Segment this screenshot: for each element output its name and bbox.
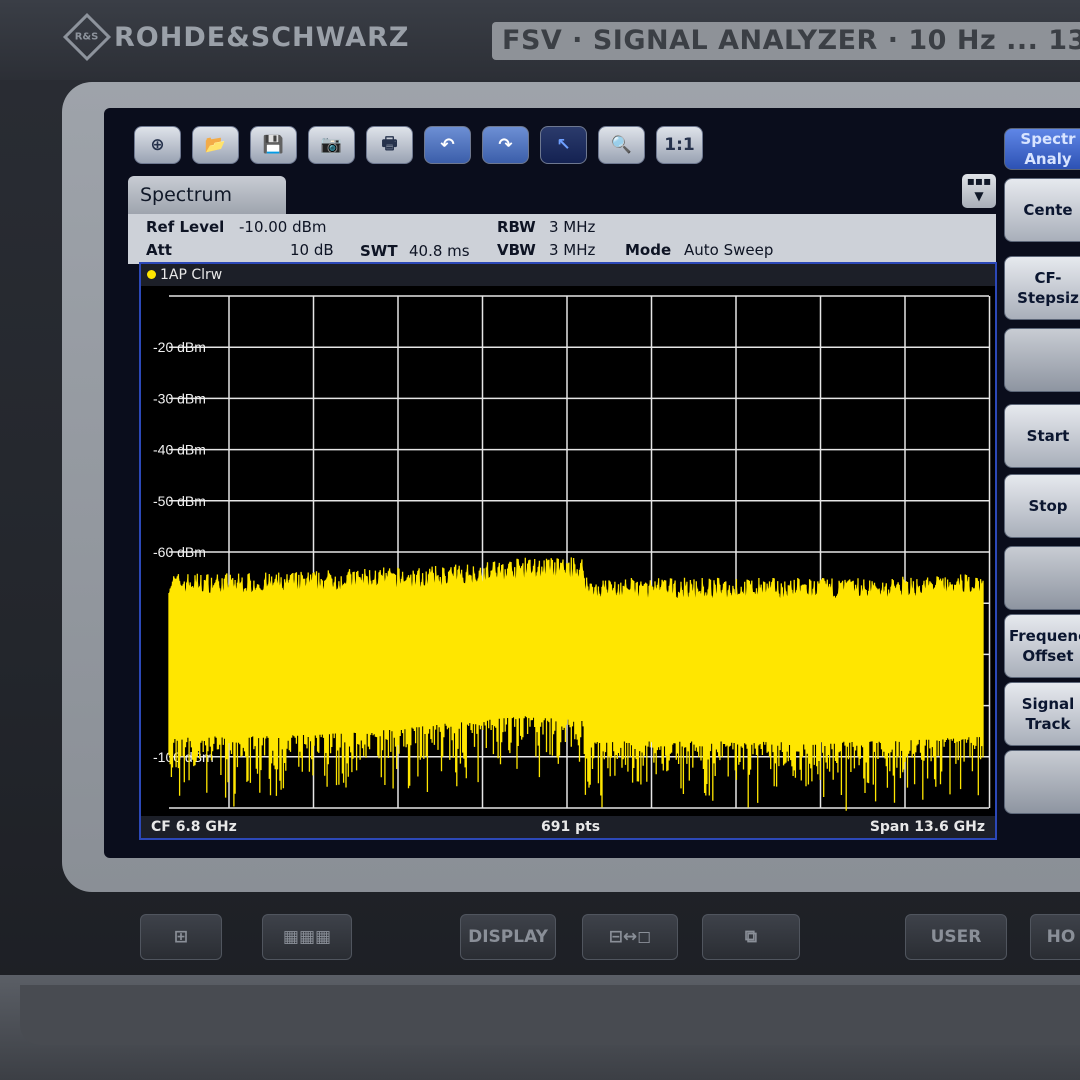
softkey-blank-3[interactable] bbox=[1004, 328, 1080, 392]
softkey-cf-stepsiz[interactable]: CF- Stepsiz bbox=[1004, 256, 1080, 320]
softkey-spectr-analy[interactable]: Spectr Analy bbox=[1004, 128, 1080, 170]
open-folder-icon[interactable]: 📂 bbox=[192, 126, 239, 164]
display-screen: ⊕ 📂 💾 📷 🖶 ↶ ↷ ↖ 🔍 1:1 Spectrum ▪▪▪ ▼ Ref Level -10… bbox=[104, 108, 1080, 858]
softkey-start[interactable]: Start bbox=[1004, 404, 1080, 468]
swt-label: SWT bbox=[360, 242, 398, 260]
tab-menu-icon[interactable]: ▪▪▪ ▼ bbox=[962, 174, 996, 208]
brand-bar: R&S ROHDE&SCHWARZ FSV · SIGNAL ANALYZER … bbox=[0, 0, 1080, 80]
rbw-label: RBW bbox=[497, 218, 536, 236]
softkey-stop[interactable]: Stop bbox=[1004, 474, 1080, 538]
y-tick-label: -30 dBm bbox=[153, 390, 206, 406]
keyboard-key[interactable]: ▦▦▦ bbox=[262, 914, 352, 960]
display-key[interactable]: DISPLAY bbox=[460, 914, 556, 960]
zoom-icon[interactable]: 🔍 bbox=[598, 126, 645, 164]
sweep-points: 691 pts bbox=[541, 819, 601, 835]
spectrum-plot[interactable]: -20 dBm-30 dBm-40 dBm-50 dBm-60 dBm-100 … bbox=[141, 286, 995, 818]
brand-logo: R&S ROHDE&SCHWARZ bbox=[62, 12, 410, 62]
model-plate: FSV · SIGNAL ANALYZER · 10 Hz ... 13 bbox=[492, 22, 1080, 60]
print-icon[interactable]: 🖶 bbox=[366, 126, 413, 164]
att-label: Att bbox=[146, 241, 172, 259]
y-tick-label: -40 dBm bbox=[153, 442, 206, 458]
zoom-1to1-icon[interactable]: 1:1 bbox=[656, 126, 703, 164]
trace-name: 1AP Clrw bbox=[160, 267, 223, 283]
center-frequency: CF 6.8 GHz bbox=[151, 819, 237, 835]
spectrum-diagram[interactable]: 1AP Clrw -20 dBm -30 dBm -40 dBm -50 dBm -60… bbox=[139, 262, 997, 840]
undo-icon[interactable]: ↶ bbox=[424, 126, 471, 164]
softkey-blank-9[interactable] bbox=[1004, 750, 1080, 814]
user-key[interactable]: USER bbox=[905, 914, 1007, 960]
redo-icon[interactable]: ↷ bbox=[482, 126, 529, 164]
y-tick-label: -60 dBm bbox=[153, 544, 206, 560]
signal-analyzer-device: R&S ROHDE&SCHWARZ FSV · SIGNAL ANALYZER … bbox=[0, 0, 1080, 1080]
ref-level-value: -10.00 dBm bbox=[239, 218, 327, 236]
att-value: 10 dB bbox=[290, 241, 334, 259]
device-shelf bbox=[20, 985, 1080, 1045]
frequency-span: Span 13.6 GHz bbox=[869, 819, 985, 835]
trace-1-line bbox=[168, 557, 984, 811]
diagram-footer: CF 6.8 GHz 691 pts Span 13.6 GHz bbox=[141, 816, 995, 838]
y-tick-label: -50 dBm bbox=[153, 493, 206, 509]
home-key[interactable]: HO bbox=[1030, 914, 1080, 960]
hardware-key-row: ⊞ ▦▦▦ DISPLAY ⊟↔◻ ⧉ USER HO bbox=[0, 900, 1080, 980]
y-tick-label: -20 dBm bbox=[153, 339, 206, 355]
window-switch-key[interactable]: ⧉ bbox=[702, 914, 800, 960]
softkey-signal-track[interactable]: Signal Track bbox=[1004, 682, 1080, 746]
mode-value: Auto Sweep bbox=[684, 241, 774, 259]
toolbar: ⊕ 📂 💾 📷 🖶 ↶ ↷ ↖ 🔍 1:1 bbox=[134, 126, 703, 164]
trace-indicator-icon bbox=[147, 270, 156, 279]
save-icon[interactable]: 💾 bbox=[250, 126, 297, 164]
trace-label: 1AP Clrw bbox=[141, 264, 995, 286]
vbw-label: VBW bbox=[497, 241, 536, 259]
mode-label: Mode bbox=[625, 241, 672, 259]
tab-spectrum[interactable]: Spectrum bbox=[128, 176, 286, 214]
ref-level-label: Ref Level bbox=[146, 218, 225, 236]
split-screen-key[interactable]: ⊟↔◻ bbox=[582, 914, 678, 960]
softkey-cente[interactable]: Cente bbox=[1004, 178, 1080, 242]
rs-logo-icon: R&S bbox=[62, 12, 112, 62]
swt-value: 40.8 ms bbox=[409, 242, 470, 260]
measurement-settings: Ref Level -10.00 dBm Att 10 dB SWT 40.8 … bbox=[128, 214, 996, 264]
brand-name: ROHDE&SCHWARZ bbox=[114, 21, 410, 53]
rbw-value: 3 MHz bbox=[549, 218, 596, 236]
screenshot-icon[interactable]: 📷 bbox=[308, 126, 355, 164]
softkey-frequenc-offset[interactable]: Frequenc Offset bbox=[1004, 614, 1080, 678]
vbw-value: 3 MHz bbox=[549, 241, 596, 259]
pointer-icon[interactable]: ↖ bbox=[540, 126, 587, 164]
windows-key[interactable]: ⊞ bbox=[140, 914, 222, 960]
softkey-blank-6[interactable] bbox=[1004, 546, 1080, 610]
mode-icon[interactable]: ⊕ bbox=[134, 126, 181, 164]
